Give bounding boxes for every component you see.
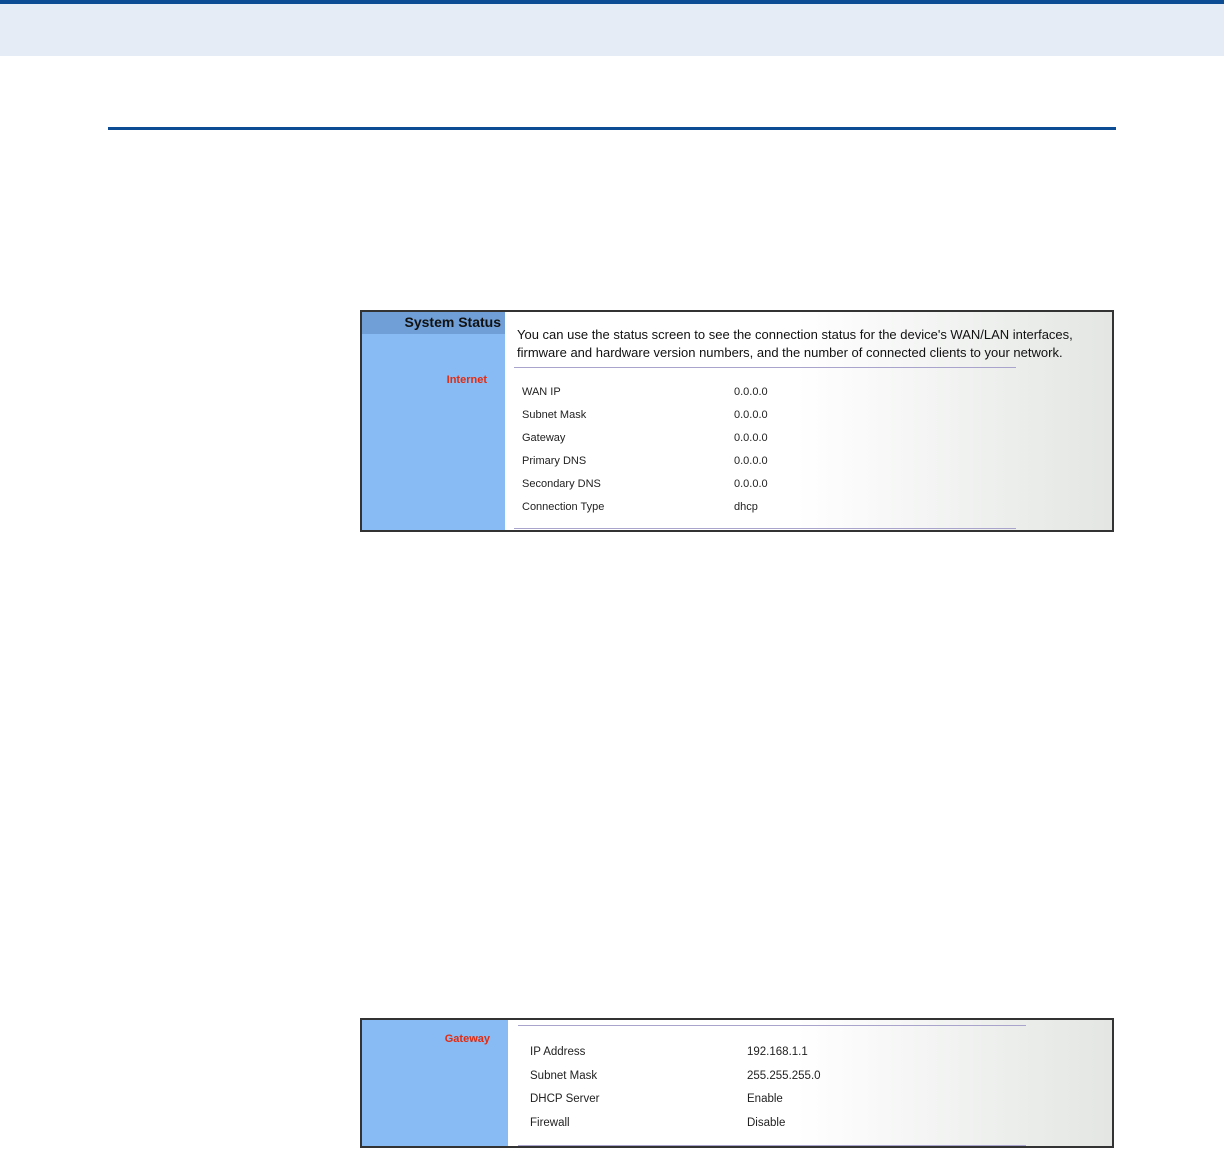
divider [514,367,1016,368]
row-value: dhcp [734,501,758,513]
row-label: Firewall [530,1116,570,1129]
section-label-internet: Internet [446,374,487,386]
row-label: IP Address [530,1046,586,1058]
row-label: Subnet Mask [530,1069,598,1082]
row-label: Subnet Mask [522,409,587,421]
status-sidebar: Gateway [362,1020,508,1146]
status-content: You can use the status screen to see the… [514,312,1112,530]
row-value: 0.0.0.0 [734,386,768,398]
intro-text: You can use the status screen to see the… [517,327,1073,360]
row-value: 192.168.1.1 [747,1046,808,1058]
row-value: 0.0.0.0 [734,432,768,444]
panel-title: System Status [362,312,505,334]
header-rule [108,127,1116,130]
row-label: Gateway [522,432,566,444]
status-sidebar: System Status Internet [362,312,505,530]
row-label: DHCP Server [530,1093,600,1105]
page-header-band [0,0,1224,56]
divider [518,1025,1026,1026]
row-value: 255.255.255.0 [747,1069,821,1082]
row-label: Secondary DNS [522,478,601,490]
row-value: 0.0.0.0 [734,409,768,421]
gateway-status-screenshot: Gateway IP Address 192.168.1.1 Subnet Ma… [360,1018,1114,1148]
row-label: Connection Type [522,501,605,513]
row-value: Enable [747,1093,783,1105]
section-label-gateway: Gateway [444,1033,490,1045]
row-label: WAN IP [522,386,561,398]
row-value: 0.0.0.0 [734,455,768,467]
divider [518,1145,1026,1146]
divider [514,528,1016,529]
row-value: Disable [747,1116,786,1129]
row-label: Primary DNS [522,455,587,467]
gateway-content: IP Address 192.168.1.1 Subnet Mask 255.2… [518,1020,1112,1146]
row-value: 0.0.0.0 [734,478,768,490]
system-status-screenshot: System Status Internet You can use the s… [360,310,1114,532]
